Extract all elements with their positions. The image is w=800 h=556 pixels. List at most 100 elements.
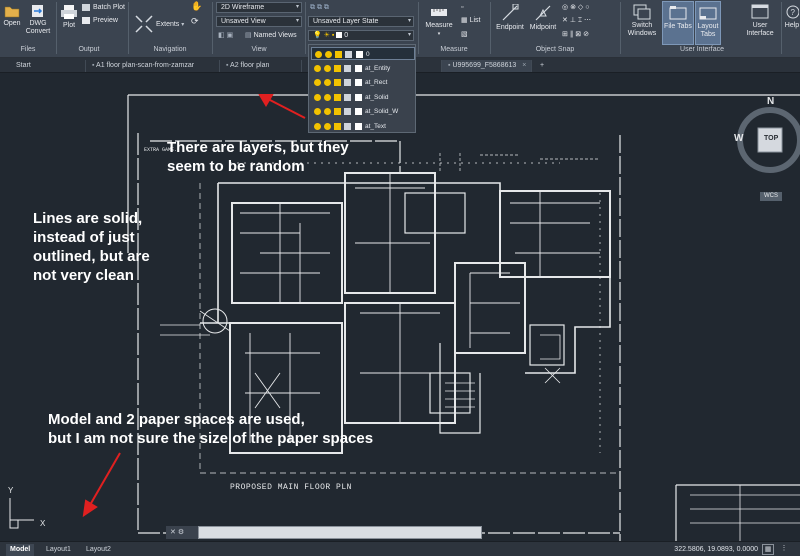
lock-icon[interactable] bbox=[334, 64, 341, 72]
layer-row[interactable]: at_Rect bbox=[311, 76, 415, 89]
switch-windows-button[interactable]: Switch Windows bbox=[624, 4, 660, 38]
preview-icon bbox=[82, 16, 90, 24]
layer-row[interactable]: at_Entity bbox=[311, 62, 415, 75]
model-annotation: Model and 2 paper spaces are used, but I… bbox=[48, 410, 373, 448]
sun-icon[interactable] bbox=[324, 108, 331, 115]
insert-snap-icon[interactable]: ⊞ bbox=[562, 31, 568, 38]
named-views-button[interactable]: ▤ Named Views bbox=[245, 31, 297, 40]
cube-icon[interactable]: ◧ bbox=[218, 32, 225, 39]
pan-button[interactable]: ✋ bbox=[191, 2, 202, 12]
tangent-snap-icon[interactable]: ○ bbox=[585, 4, 589, 11]
id-point-button[interactable]: ▫ bbox=[461, 3, 463, 12]
sun-icon[interactable] bbox=[324, 93, 331, 101]
bulb-icon[interactable] bbox=[314, 122, 321, 130]
zoom-extents-icon bbox=[135, 15, 153, 33]
layer-row[interactable]: at_Solid bbox=[311, 91, 415, 104]
bulb-icon[interactable] bbox=[314, 93, 321, 101]
saved-view-dropdown[interactable]: Unsaved View ▾ bbox=[216, 16, 302, 27]
drawing-canvas[interactable]: PROPOSED MAIN FLOOR PLN EXTRA GAME.. Y X bbox=[0, 73, 800, 541]
sun-icon[interactable] bbox=[324, 79, 331, 86]
orbit-button[interactable]: ⟳ bbox=[191, 17, 199, 27]
extents-button[interactable]: Extents ▾ bbox=[134, 14, 184, 34]
layout-tabs-toggle[interactable]: Layout Tabs bbox=[695, 1, 721, 45]
perpendicular-snap-icon[interactable]: ⊥ bbox=[570, 17, 576, 24]
nearest-snap-icon[interactable]: ⌶ bbox=[578, 17, 582, 24]
layer-row[interactable]: 0 bbox=[311, 47, 415, 60]
tab-u995699[interactable]: ▪ U995699_F5868613 × bbox=[442, 60, 532, 72]
wrench-icon[interactable]: ⚙ bbox=[178, 529, 184, 536]
visual-style-dropdown[interactable]: 2D Wireframe ▾ bbox=[216, 2, 302, 13]
command-line-input[interactable] bbox=[198, 526, 482, 539]
bulb-icon[interactable] bbox=[314, 64, 321, 72]
layer-row[interactable]: at_Text bbox=[311, 120, 415, 133]
plot-icon[interactable] bbox=[344, 64, 351, 72]
layer-previous-icon[interactable]: ⧉ bbox=[324, 4, 329, 11]
close-icon[interactable]: ✕ bbox=[170, 529, 176, 536]
dwg-convert-button[interactable]: DWG Convert bbox=[25, 4, 51, 36]
grid-icon[interactable]: ⋮ bbox=[778, 544, 790, 555]
lock-icon[interactable] bbox=[334, 93, 341, 101]
layer-properties-icon[interactable]: ⧉ bbox=[310, 4, 315, 11]
help-button[interactable]: ? Help bbox=[784, 4, 800, 30]
wcs-menu[interactable]: WCS bbox=[760, 192, 782, 201]
current-layer-dropdown[interactable]: 💡 ☀ ▪ 0 ▾ bbox=[308, 30, 414, 41]
tab-model[interactable]: Model bbox=[6, 544, 35, 556]
plot-icon[interactable] bbox=[344, 79, 351, 86]
lock-icon[interactable] bbox=[334, 79, 341, 86]
extension-snap-icon[interactable]: ⋯ bbox=[584, 17, 591, 24]
file-tabs-toggle[interactable]: File Tabs bbox=[662, 1, 694, 45]
plot-icon[interactable] bbox=[344, 93, 351, 101]
batch-plot-button[interactable]: Batch Plot bbox=[82, 3, 125, 12]
none-snap-icon[interactable]: ⊘ bbox=[583, 31, 589, 38]
center-snap-icon[interactable]: ◎ bbox=[562, 4, 568, 11]
bulb-icon[interactable] bbox=[314, 108, 321, 115]
lock-icon[interactable] bbox=[334, 122, 341, 130]
preview-button[interactable]: Preview bbox=[82, 16, 118, 25]
close-icon[interactable]: × bbox=[522, 62, 526, 69]
bulb-icon[interactable] bbox=[315, 51, 322, 58]
model-space-icon[interactable]: ▦ bbox=[762, 544, 774, 555]
intersection-snap-icon[interactable]: ✕ bbox=[562, 17, 568, 24]
user-interface-button[interactable]: User Interface bbox=[744, 4, 776, 38]
endpoint-snap-button[interactable]: Endpoint bbox=[494, 4, 526, 32]
plot-icon[interactable] bbox=[344, 108, 351, 115]
midpoint-snap-button[interactable]: Midpoint bbox=[528, 4, 558, 32]
open-button[interactable]: Open bbox=[2, 4, 22, 28]
parallel-snap-icon[interactable]: ∥ bbox=[570, 31, 574, 38]
new-tab-button[interactable]: + bbox=[534, 60, 550, 72]
compass-north[interactable]: N bbox=[767, 96, 774, 107]
tab-layout2[interactable]: Layout2 bbox=[82, 544, 115, 556]
sun-icon[interactable] bbox=[325, 51, 332, 58]
layer-state-dropdown[interactable]: Unsaved Layer State ▾ bbox=[308, 16, 414, 27]
layer-match-icon[interactable]: ⧉ bbox=[317, 4, 322, 11]
tab-a2-floor-plan[interactable]: ▪ A2 floor plan bbox=[220, 60, 302, 72]
tab-layout1[interactable]: Layout1 bbox=[42, 544, 75, 556]
apparent-snap-icon[interactable]: ⊠ bbox=[575, 31, 581, 38]
tab-a1-floor-plan[interactable]: ▪ A1 floor plan-scan-from-zamzar bbox=[86, 60, 220, 72]
viewcube-top-face[interactable]: TOP bbox=[764, 135, 778, 142]
bulb-icon[interactable] bbox=[314, 79, 321, 86]
compass-west[interactable]: W bbox=[734, 133, 743, 144]
plot-icon[interactable] bbox=[345, 51, 352, 58]
panel-separator bbox=[128, 2, 129, 54]
node-snap-icon[interactable]: ⊗ bbox=[570, 4, 576, 11]
region-mass-button[interactable]: ▧ bbox=[461, 30, 468, 39]
plot-icon[interactable] bbox=[344, 122, 351, 130]
batch-plot-label: Batch Plot bbox=[93, 4, 125, 11]
measure-button[interactable]: Measure ▾ bbox=[424, 4, 454, 38]
plot-button[interactable]: Plot bbox=[58, 4, 80, 30]
tab-start[interactable]: Start bbox=[10, 60, 86, 72]
list-button[interactable]: ▦ List bbox=[461, 16, 480, 25]
midpoint-label: Midpoint bbox=[529, 24, 557, 31]
tab-label: U995699_F5868613 bbox=[452, 62, 517, 69]
layer-row[interactable]: at_Solid_W bbox=[311, 105, 415, 118]
chevron-down-icon: ▾ bbox=[407, 32, 411, 38]
quadrant-snap-icon[interactable]: ◇ bbox=[578, 4, 583, 11]
help-icon: ? bbox=[786, 5, 799, 19]
lock-icon[interactable] bbox=[335, 51, 342, 58]
viewport-icon[interactable]: ▣ bbox=[227, 32, 234, 39]
sun-icon[interactable] bbox=[324, 64, 331, 72]
sun-icon[interactable] bbox=[324, 122, 331, 130]
viewcube[interactable]: N W TOP WCS bbox=[734, 96, 800, 201]
lock-icon[interactable] bbox=[334, 108, 341, 115]
